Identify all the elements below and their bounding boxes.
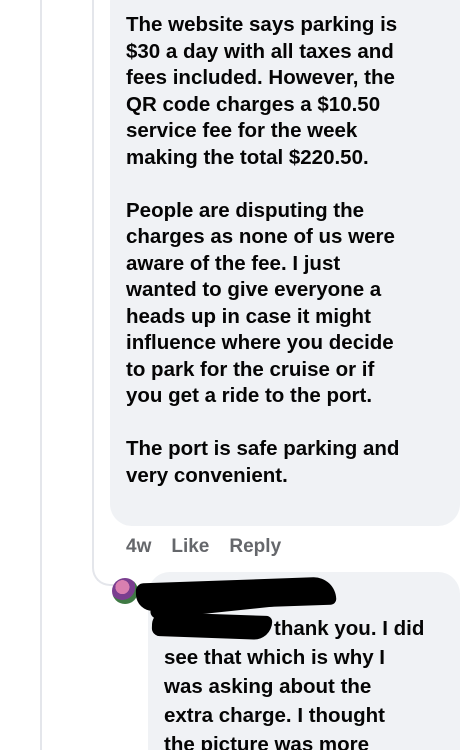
thread-line-outer xyxy=(40,0,42,750)
reply-body: see that which is why I was asking about… xyxy=(164,646,386,750)
thread-line-inner xyxy=(92,0,94,560)
comment-paragraph-1: The website says parking is $30 a day wi… xyxy=(126,13,398,169)
redacted-mention xyxy=(151,611,273,641)
avatar[interactable] xyxy=(112,578,138,604)
comment-bubble: The website says parking is $30 a day wi… xyxy=(110,0,460,526)
comment-paragraph-3: The port is safe parking and very conven… xyxy=(126,437,400,487)
comment-actions: 4w Like Reply xyxy=(126,534,281,560)
comment-age: 4w xyxy=(126,536,152,557)
reply-connector-curve xyxy=(92,546,116,586)
reply-button[interactable]: Reply xyxy=(229,534,281,560)
comment-paragraph-2: People are disputing the charges as none… xyxy=(126,198,395,408)
like-button[interactable]: Like xyxy=(171,534,209,560)
comment-text: The website says parking is $30 a day wi… xyxy=(126,12,448,489)
